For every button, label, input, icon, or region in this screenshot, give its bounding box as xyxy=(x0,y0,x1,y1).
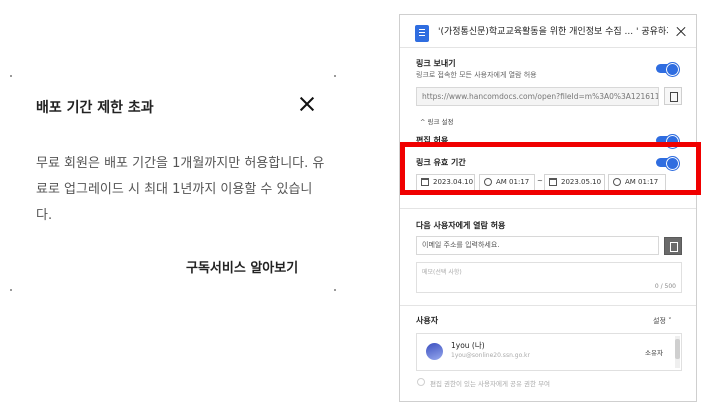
address-book-button[interactable] xyxy=(664,237,682,255)
close-icon[interactable] xyxy=(674,25,688,39)
calendar-icon xyxy=(549,178,557,186)
users-list: 1you (나) 1you@sonline20.ssn.go.kr 소유자 xyxy=(416,333,682,371)
link-settings-toggle[interactable]: ^ 링크 설정 xyxy=(420,116,454,126)
divider xyxy=(400,47,696,48)
subscription-info-link[interactable]: 구독서비스 알아보기 xyxy=(186,257,298,276)
document-icon xyxy=(415,25,429,42)
edit-permission-label: 편집 허용 xyxy=(416,136,449,145)
end-time-picker[interactable]: AM 01:17 xyxy=(608,174,666,191)
avatar xyxy=(426,343,443,360)
share-panel-title: '(가정통신문)학교교육활동을 위한 개인정보 수집 ... ' 공유하기 xyxy=(438,27,668,37)
start-date-picker[interactable]: 2023.04.10 xyxy=(416,174,475,191)
start-date-value: 2023.04.10 xyxy=(433,178,474,186)
dialog-corner-mark xyxy=(334,75,336,77)
share-permission-label: 편집 권한이 있는 사용자에게 공유 권한 부여 xyxy=(430,380,551,388)
end-date-value: 2023.05.10 xyxy=(561,178,602,186)
users-label: 사용자 xyxy=(416,316,439,325)
memo-input[interactable]: 메모(선택 사항) 0 / 500 xyxy=(416,262,682,293)
close-icon[interactable] xyxy=(296,93,318,115)
dialog-title: 배포 기간 제한 초과 xyxy=(36,100,154,116)
share-permission-checkbox[interactable] xyxy=(417,378,425,386)
start-time-value: AM 01:17 xyxy=(496,178,530,186)
copy-url-button[interactable] xyxy=(664,87,682,105)
allow-users-label: 다음 사용자에게 열람 허용 xyxy=(416,221,506,230)
dialog-corner-mark xyxy=(334,289,336,291)
edit-permission-toggle[interactable] xyxy=(656,134,680,149)
users-settings-label: 설정 xyxy=(653,317,666,325)
user-email: 1you@sonline20.ssn.go.kr xyxy=(451,352,530,359)
dialog-corner-mark xyxy=(10,75,12,77)
link-validity-toggle[interactable] xyxy=(656,156,680,171)
memo-char-count: 0 / 500 xyxy=(654,283,676,290)
chevron-up-icon: ^ xyxy=(420,118,426,126)
end-date-picker[interactable]: 2023.05.10 xyxy=(544,174,605,191)
clock-icon xyxy=(484,178,492,186)
link-send-description: 링크로 접속한 모든 사용자에게 열람 허용 xyxy=(416,71,537,79)
share-panel: '(가정통신문)학교교육활동을 위한 개인정보 수집 ... ' 공유하기 링크… xyxy=(399,14,697,402)
user-role: 소유자 xyxy=(645,349,663,357)
dialog-corner-mark xyxy=(10,289,12,291)
divider xyxy=(400,208,696,209)
start-time-picker[interactable]: AM 01:17 xyxy=(479,174,535,191)
share-url-field[interactable]: https://www.hancomdocs.com/open?fileId=m… xyxy=(416,87,659,106)
plan-limit-dialog: 배포 기간 제한 초과 무료 회원은 배포 기간을 1개월까지만 허용합니다. … xyxy=(10,75,336,291)
link-settings-label: 링크 설정 xyxy=(427,118,454,126)
end-time-value: AM 01:17 xyxy=(625,178,659,186)
dialog-message: 무료 회원은 배포 기간을 1개월까지만 허용합니다. 유료로 업그레이드 시 … xyxy=(36,156,325,223)
user-name: 1you (나) xyxy=(451,341,485,350)
link-validity-label: 링크 유효 기간 xyxy=(416,158,466,167)
link-send-label: 링크 보내기 xyxy=(416,59,456,68)
scrollbar[interactable] xyxy=(675,336,680,368)
divider xyxy=(400,305,696,306)
calendar-icon xyxy=(421,178,429,186)
memo-placeholder: 메모(선택 사항) xyxy=(422,269,462,276)
clock-icon xyxy=(613,178,621,186)
users-settings-dropdown[interactable]: 설정 ˅ xyxy=(653,316,672,326)
email-input[interactable]: 이메일 주소를 입력하세요. xyxy=(416,236,659,255)
chevron-down-icon: ˅ xyxy=(668,317,672,325)
date-range-separator: ~ xyxy=(537,177,543,185)
link-send-toggle[interactable] xyxy=(656,62,680,77)
